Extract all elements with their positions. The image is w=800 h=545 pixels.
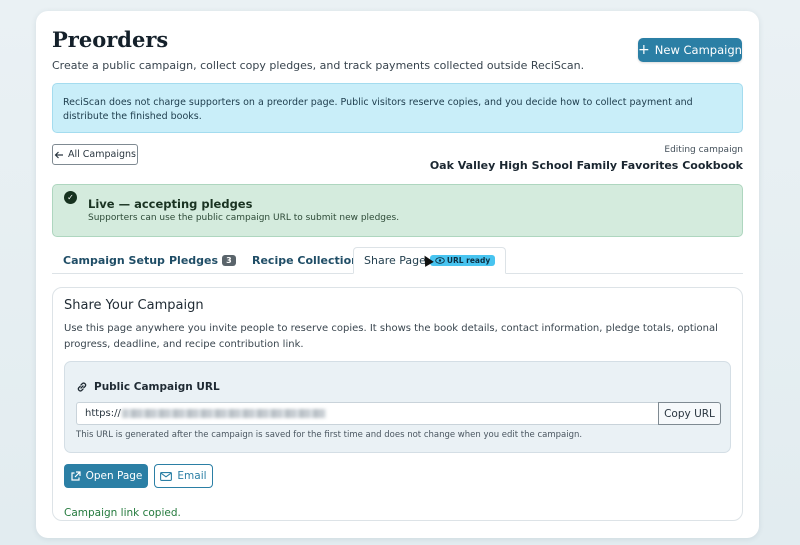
- eye-icon: [435, 257, 445, 264]
- tab-bar: Campaign Setup Pledges 3 Recipe Collecti…: [52, 247, 743, 274]
- link-icon: [76, 381, 88, 393]
- editing-campaign-label: Editing campaign: [664, 145, 743, 155]
- tab-recipe-collection[interactable]: Recipe Collection: [252, 247, 359, 274]
- all-campaigns-button[interactable]: All Campaigns: [52, 144, 138, 165]
- tab-label: Recipe Collection: [252, 254, 359, 267]
- live-status-title: Live — accepting pledges: [88, 197, 253, 211]
- public-url-box: Public Campaign URL https:// Copy URL Th…: [64, 361, 731, 453]
- url-ready-badge: URL ready: [429, 255, 496, 266]
- plus-icon: +: [638, 42, 650, 58]
- check-circle-icon: ✓: [64, 191, 77, 204]
- tab-label: Campaign Setup: [63, 254, 165, 267]
- public-url-label: Public Campaign URL: [76, 381, 220, 393]
- new-campaign-button[interactable]: + New Campaign: [638, 38, 742, 62]
- url-ready-label: URL ready: [446, 256, 491, 265]
- external-link-icon: [70, 470, 81, 482]
- live-status-description: Supporters can use the public campaign U…: [88, 213, 400, 223]
- email-label: Email: [177, 470, 207, 482]
- page-title: Preorders: [52, 27, 169, 52]
- share-title: Share Your Campaign: [64, 298, 204, 313]
- new-campaign-label: New Campaign: [654, 43, 742, 57]
- public-url-label-text: Public Campaign URL: [94, 381, 220, 393]
- all-campaigns-label: All Campaigns: [68, 149, 136, 160]
- tab-campaign-setup[interactable]: Campaign Setup: [63, 247, 165, 274]
- info-banner: ReciScan does not charge supporters on a…: [52, 83, 743, 133]
- tab-label: Pledges: [169, 254, 219, 267]
- open-page-label: Open Page: [85, 470, 143, 482]
- email-button[interactable]: Email: [154, 464, 213, 488]
- arrow-left-icon: [54, 150, 64, 160]
- open-page-button[interactable]: Open Page: [64, 464, 148, 488]
- share-description: Use this page anywhere you invite people…: [64, 323, 718, 350]
- redacted-url: [121, 409, 326, 418]
- url-prefix: https://: [85, 408, 121, 419]
- url-help-text: This URL is generated after the campaign…: [76, 430, 583, 440]
- tab-label: Share Page: [364, 254, 426, 267]
- tab-pledges[interactable]: Pledges 3: [169, 247, 236, 274]
- campaign-name: Oak Valley High School Family Favorites …: [429, 159, 743, 172]
- copied-message: Campaign link copied.: [64, 507, 181, 519]
- pledges-count-badge: 3: [222, 255, 236, 266]
- mail-icon: [160, 471, 173, 481]
- page-subtitle: Create a public campaign, collect copy p…: [52, 59, 585, 72]
- copy-url-button[interactable]: Copy URL: [658, 402, 721, 425]
- public-url-input[interactable]: https://: [76, 402, 658, 425]
- live-status-banner: ✓ Live — accepting pledges Supporters ca…: [52, 184, 743, 237]
- share-panel: Share Your Campaign Use this page anywhe…: [52, 287, 743, 521]
- preorders-card: Preorders Create a public campaign, coll…: [36, 11, 759, 538]
